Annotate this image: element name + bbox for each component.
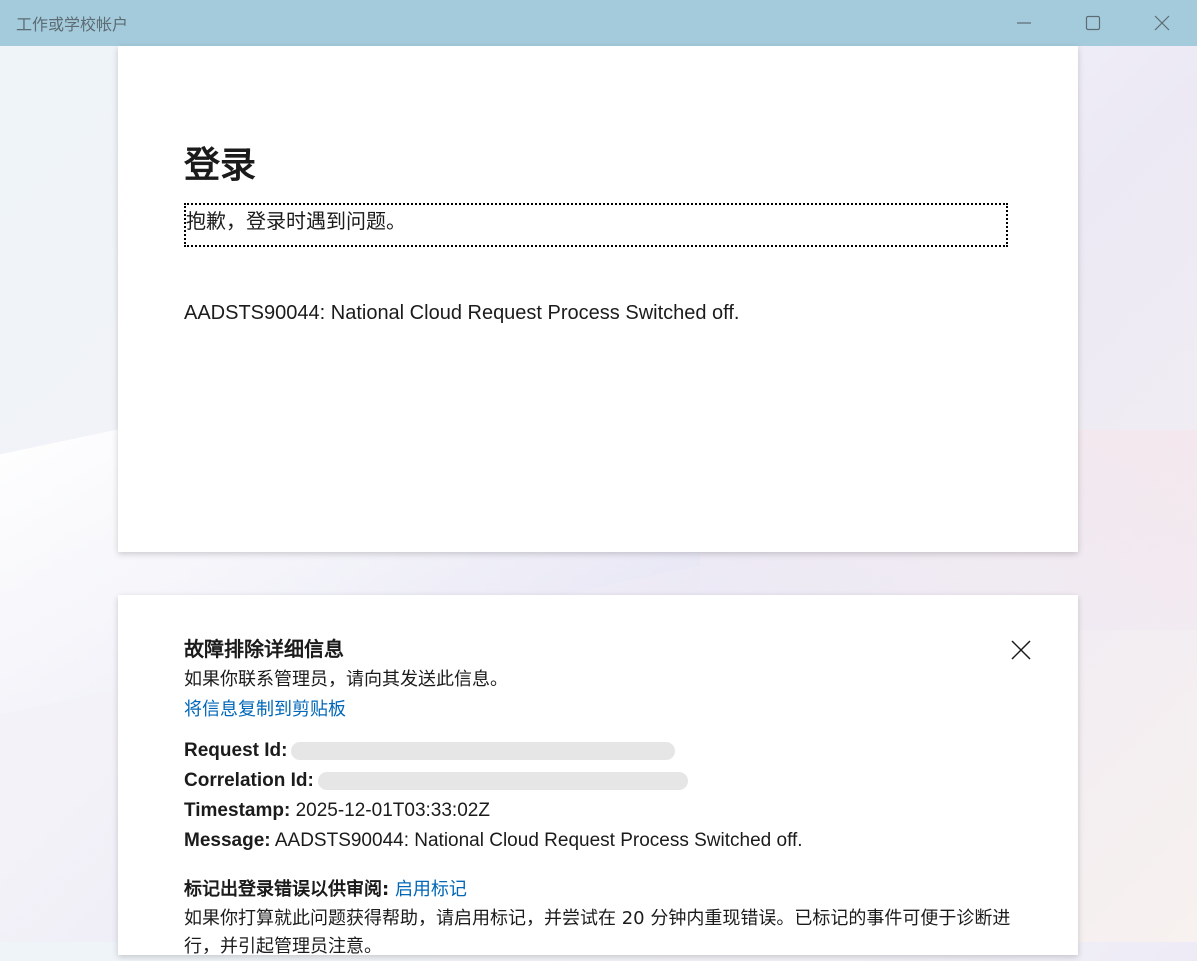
minimize-button[interactable] <box>990 0 1058 46</box>
flag-label: 标记出登录错误以供审阅: <box>184 879 390 900</box>
troubleshooting-card: 故障排除详细信息 如果你联系管理员，请向其发送此信息。 将信息复制到剪贴板 Re… <box>118 595 1078 957</box>
close-icon <box>1011 640 1031 660</box>
copy-to-clipboard-link[interactable]: 将信息复制到剪贴板 <box>184 695 346 721</box>
message-label: Message: <box>184 830 271 851</box>
close-icon <box>1154 15 1170 31</box>
redacted-value <box>291 741 676 760</box>
request-id-label: Request Id: <box>184 740 288 761</box>
timestamp-value: 2025-12-01T03:33:02Z <box>295 800 490 821</box>
error-subtitle: 抱歉，登录时遇到问题。 <box>186 209 406 233</box>
window-title: 工作或学校帐户 <box>16 15 129 34</box>
maximize-button[interactable] <box>1059 0 1127 46</box>
flag-description: 如果你打算就此问题获得帮助，请启用标记，并尝试在 20 分钟内重现错误。已标记的… <box>184 908 1011 957</box>
troubleshooting-description: 如果你联系管理员，请向其发送此信息。 <box>184 669 508 690</box>
correlation-id-label: Correlation Id: <box>184 770 314 791</box>
title-bar: 工作或学校帐户 <box>0 0 1197 46</box>
close-window-button[interactable] <box>1128 0 1196 46</box>
redacted-value <box>317 771 688 790</box>
error-message: AADSTS90044: National Cloud Request Proc… <box>184 302 740 324</box>
enable-flagging-link[interactable]: 启用标记 <box>395 879 467 900</box>
page-title: 登录 <box>184 145 257 186</box>
message-value: AADSTS90044: National Cloud Request Proc… <box>274 830 803 851</box>
flag-row: 标记出登录错误以供审阅: 启用标记 <box>184 875 467 901</box>
message-row: Message: AADSTS90044: National Cloud Req… <box>184 830 803 852</box>
subtitle-focus-box: 抱歉，登录时遇到问题。 <box>184 203 1008 247</box>
request-id-row: Request Id: <box>184 740 676 762</box>
timestamp-label: Timestamp: <box>184 800 291 821</box>
timestamp-row: Timestamp: 2025-12-01T03:33:02Z <box>184 800 490 822</box>
signin-card: 登录 抱歉，登录时遇到问题。 AADSTS90044: National Clo… <box>118 46 1078 552</box>
close-details-button[interactable] <box>1006 635 1036 665</box>
maximize-icon <box>1085 15 1101 31</box>
troubleshooting-title: 故障排除详细信息 <box>184 637 344 661</box>
minimize-icon <box>1017 22 1031 24</box>
correlation-id-row: Correlation Id: <box>184 770 688 792</box>
